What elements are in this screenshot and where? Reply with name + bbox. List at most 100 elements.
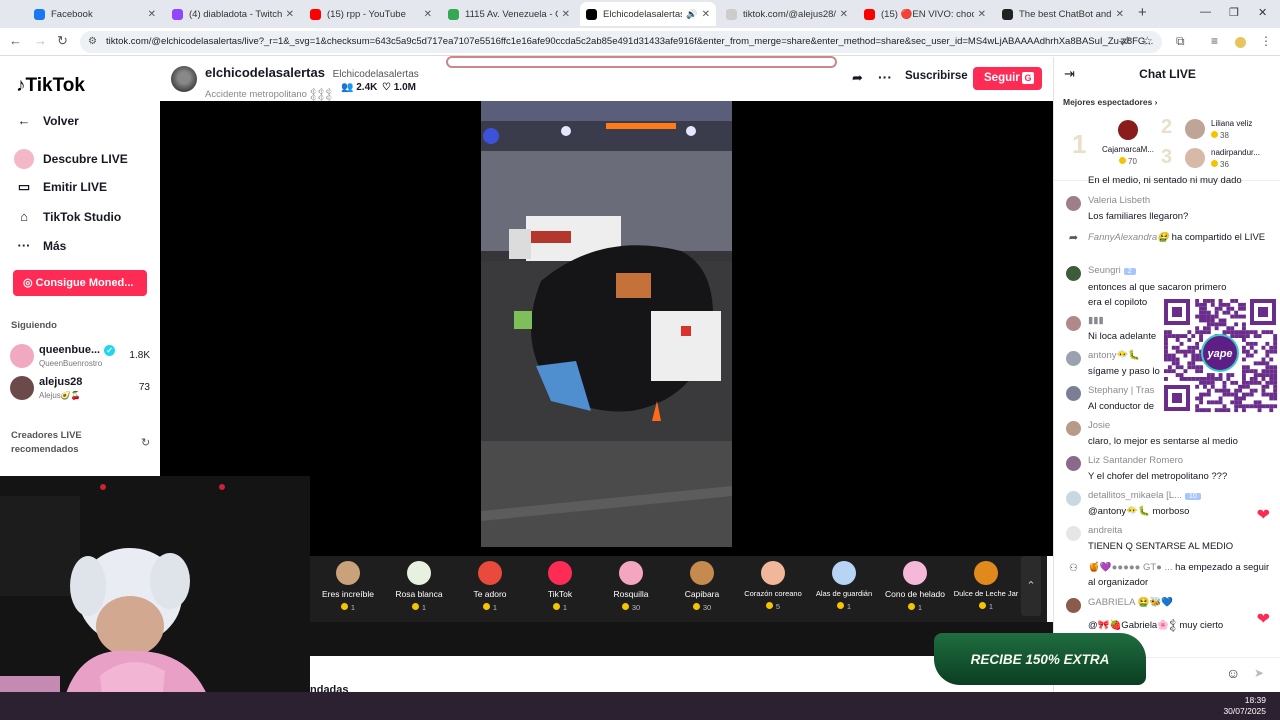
rank-number: 3 <box>1161 146 1173 168</box>
clock-date: 30/07/2025 <box>1223 706 1266 716</box>
chat-username[interactable]: ▮▮▮ <box>1088 315 1104 326</box>
gift-item[interactable]: Cono de helado 1 <box>880 561 950 612</box>
live-video[interactable] <box>481 101 732 547</box>
tab-title: tiktok.com/@alejus28/liv <box>743 8 836 20</box>
restore-icon[interactable]: ❐ <box>1229 6 1239 19</box>
top-viewer[interactable]: CajamarcaM... 70 <box>1098 120 1158 166</box>
verified-icon: ✓ <box>104 345 116 356</box>
close-icon[interactable]: ✕ <box>286 9 294 20</box>
tab-youtube-envivo[interactable]: (15) 🔴EN VIVO: choque ✕ <box>858 2 992 26</box>
tab-google-maps[interactable]: 1115 Av. Venezuela - Goo ✕ <box>442 2 576 26</box>
system-clock: 18:39 30/07/2025 <box>1223 695 1266 717</box>
people-icon: 👥 <box>341 82 354 93</box>
gift-item[interactable]: TikTok 1 <box>525 561 595 612</box>
new-tab-icon[interactable]: + <box>1138 4 1147 21</box>
tab-tiktok-active[interactable]: Elchicodelasalertas ( 🔊 ✕ <box>580 2 716 26</box>
back-arrow-icon[interactable]: ← <box>9 33 22 48</box>
host-name-row[interactable]: elchicodelasalertas Elchicodelasalertas <box>205 65 419 80</box>
close-icon[interactable]: ✕ <box>562 9 570 20</box>
top-viewer-name: CajamarcaM... <box>1101 145 1154 154</box>
reload-icon[interactable]: ↻ <box>57 33 68 49</box>
gift-item[interactable]: Te adoro 1 <box>455 561 525 612</box>
share-icon[interactable]: ➦ <box>852 70 863 86</box>
tiktok-logo[interactable]: ♪TikTok <box>16 75 85 97</box>
tab-twitch[interactable]: (4) diabladota - Twitch ✕ <box>166 2 300 26</box>
sidebar-item-go-live[interactable]: ▭ Emitir LIVE <box>14 179 107 195</box>
gift-item[interactable]: Eres increíble 1 <box>313 561 383 612</box>
chat-text: @antony😶‍🌫️🐛 morboso <box>1088 506 1190 517</box>
sidebar-item-discover-live[interactable]: Descubre LIVE <box>14 149 128 169</box>
top-viewers-label: Mejores espectadores <box>1063 97 1153 107</box>
following-section-title: Siguiendo <box>11 320 57 331</box>
gift-item[interactable]: Dulce de Leche Jar 1 <box>951 561 1021 611</box>
tab-facebook[interactable]: Facebook ✕ <box>28 2 162 26</box>
close-icon[interactable]: ✕ <box>978 9 986 20</box>
top-viewer-score: 38 <box>1220 131 1229 140</box>
following-handle: Alejus🥑🍒 <box>39 391 81 400</box>
gift-item[interactable]: Rosquilla 30 <box>596 561 666 612</box>
following-item[interactable]: alejus28 Alejus🥑🍒 73 <box>10 374 150 404</box>
chat-username[interactable]: FannyAlexandra🤮 <box>1088 232 1169 243</box>
send-icon[interactable]: ➤ <box>1254 666 1264 680</box>
top-viewer-name: Liliana veliz <box>1211 119 1253 128</box>
webcam-illustration <box>0 476 310 720</box>
chat-username[interactable]: Stephany | Tras <box>1088 385 1154 396</box>
chat-username[interactable]: Liz Santander Romero <box>1088 455 1183 466</box>
chat-username[interactable]: Josie <box>1088 420 1110 431</box>
chat-username[interactable]: 🍯💜●●●●● GT● ... <box>1088 562 1172 573</box>
gift-item[interactable]: Rosa blanca 1 <box>384 561 454 612</box>
emoji-icon[interactable]: ☺ <box>1226 665 1240 681</box>
media-control-icon[interactable]: ≡ <box>1211 34 1218 48</box>
following-item[interactable]: queenbue... ✓ QueenBuenrostro 1.8K <box>10 342 150 372</box>
avatar <box>1066 386 1081 401</box>
back-link[interactable]: ← Volver <box>14 113 79 128</box>
chat-username[interactable]: Seungri <box>1088 265 1121 276</box>
sidebar-item-label: TikTok Studio <box>43 209 122 224</box>
camera-icon: ▭ <box>17 179 31 194</box>
translate-icon[interactable]: ⇄ <box>1120 34 1130 48</box>
sidebar-item-more[interactable]: ··· Más <box>14 238 67 253</box>
tab-chatbot[interactable]: The best ChatBot and W ✕ <box>996 2 1130 26</box>
chat-username[interactable]: antony😶‍🌫️🐛 <box>1088 350 1140 361</box>
subscribe-button[interactable]: Suscribirse <box>905 70 968 82</box>
top-viewers-title[interactable]: Mejores espectadores › <box>1063 97 1158 107</box>
site-info-icon[interactable]: ⚙ <box>88 31 97 53</box>
close-window-icon[interactable]: ✕ <box>1258 6 1267 19</box>
tab-youtube-rpp[interactable]: (15) rpp - YouTube ✕ <box>304 2 438 26</box>
host-avatar[interactable] <box>171 66 197 92</box>
minimize-icon[interactable]: — <box>1200 6 1211 18</box>
close-icon[interactable]: ✕ <box>148 9 156 20</box>
get-coins-button[interactable]: ◎ Consigue Moned... <box>13 270 147 296</box>
forward-arrow-icon[interactable]: → <box>34 33 47 48</box>
gift-item[interactable]: Corazón coreano 5 <box>738 561 808 611</box>
follow-button[interactable]: Seguir G <box>973 67 1042 90</box>
more-dots-icon[interactable]: ··· <box>878 69 892 85</box>
sidebar-item-tiktok-studio[interactable]: ⌂ TikTok Studio <box>14 209 121 224</box>
gift-expand-button[interactable]: ⌃ <box>1021 556 1041 616</box>
heart-icon[interactable]: ❤ <box>1257 609 1270 629</box>
chat-username[interactable]: andreita <box>1088 525 1122 536</box>
url-field[interactable]: ⚙ tiktok.com/@elchicodelasalertas/live?_… <box>80 31 1162 53</box>
chat-username[interactable]: GABRIELA 🤮🐝💙 <box>1088 597 1173 608</box>
gift-item[interactable]: Capibara 30 <box>667 561 737 612</box>
close-icon[interactable]: ✕ <box>840 9 848 20</box>
refresh-icon[interactable]: ↻ <box>141 436 150 449</box>
chat-username[interactable]: Valeria Lisbeth <box>1088 195 1150 206</box>
gift-item[interactable]: Alas de guardián 1 <box>809 561 879 611</box>
close-icon[interactable]: ✕ <box>702 9 710 20</box>
bookmark-star-icon[interactable]: ☆ <box>1142 34 1153 48</box>
chat-username[interactable]: detallitos_mikaela [L... <box>1088 490 1182 501</box>
extensions-icon[interactable]: ⧉ <box>1176 34 1185 49</box>
profile-avatar[interactable] <box>1235 37 1246 48</box>
viewer-count-value: 2.4K <box>356 82 378 93</box>
close-icon[interactable]: ✕ <box>1116 9 1124 20</box>
menu-kebab-icon[interactable]: ⋮ <box>1260 34 1272 48</box>
chat-text: @🎀🍓Gabriela🌸𒉭 muy cierto <box>1088 620 1224 631</box>
gift-icon <box>407 561 431 585</box>
heart-icon[interactable]: ❤ <box>1257 505 1270 525</box>
tab-tiktok-alejus[interactable]: tiktok.com/@alejus28/liv ✕ <box>720 2 854 26</box>
coin-icon <box>907 603 915 610</box>
close-icon[interactable]: ✕ <box>424 9 432 20</box>
following-name: alejus28 <box>39 376 83 388</box>
speaker-icon[interactable]: 🔊 <box>686 9 697 20</box>
